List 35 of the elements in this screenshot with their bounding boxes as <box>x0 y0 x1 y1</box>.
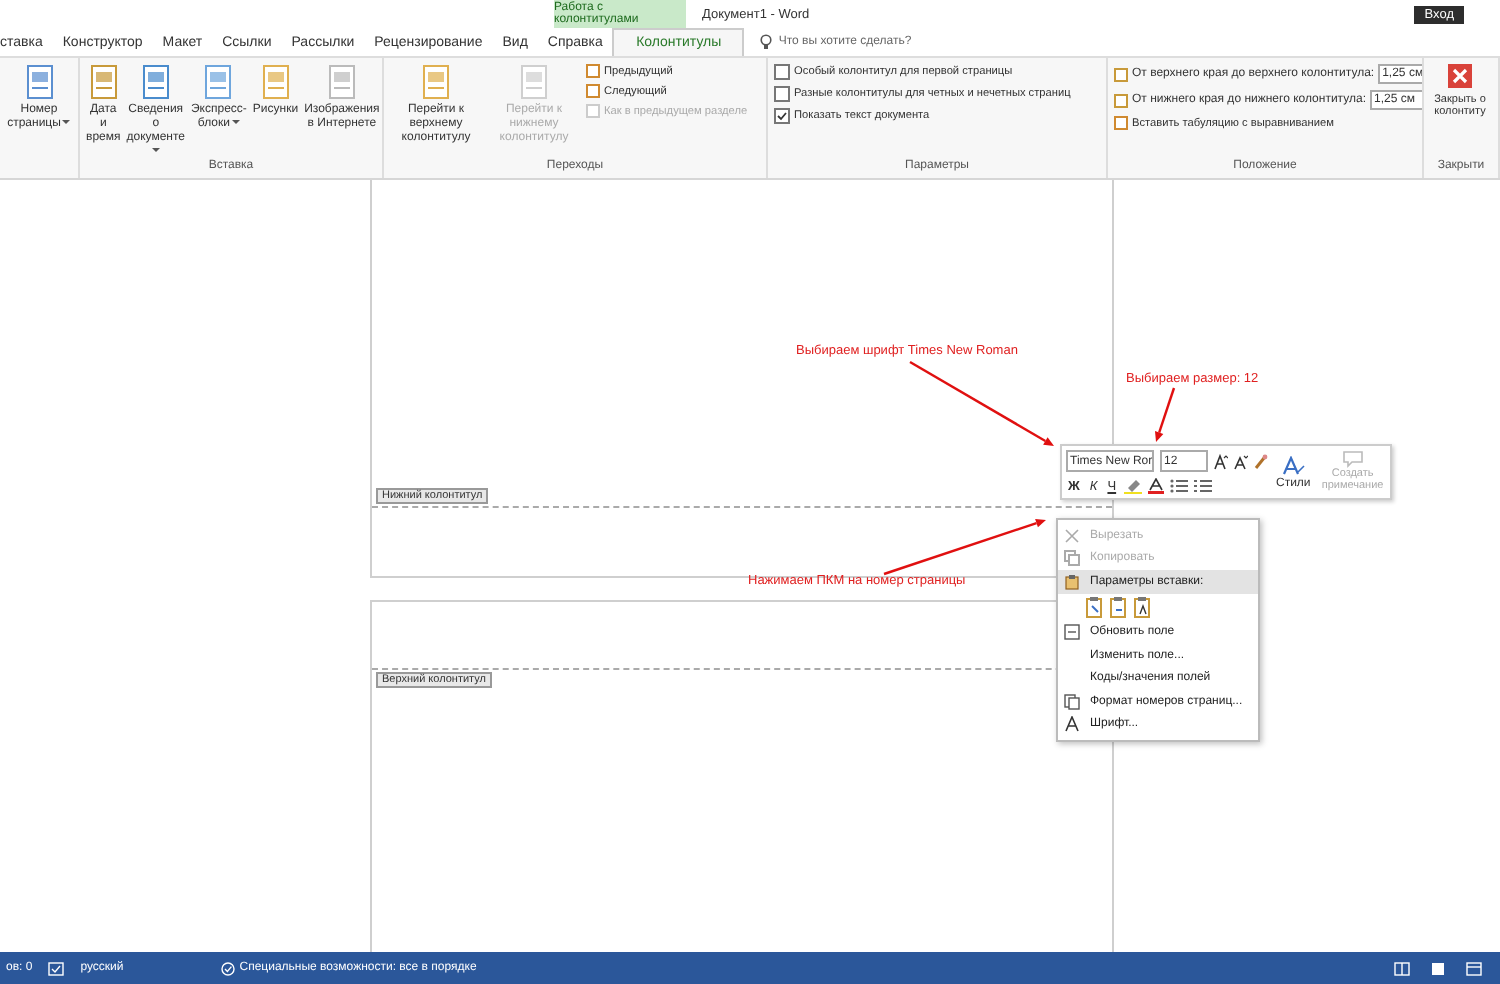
page-icon <box>1114 116 1128 130</box>
close-icon <box>1448 64 1472 88</box>
paste-text-icon[interactable] <box>1134 596 1152 618</box>
numbered-list-icon[interactable] <box>1194 478 1213 494</box>
document-icon <box>23 64 55 100</box>
scissors-icon <box>1064 527 1080 544</box>
comment-icon <box>1341 450 1364 468</box>
shrink-font-icon[interactable] <box>1234 453 1248 469</box>
proofing-icon[interactable] <box>48 961 65 975</box>
document-icon <box>325 64 358 100</box>
checkmark-icon <box>776 110 788 122</box>
document-icon <box>139 64 172 100</box>
copy-icon <box>1064 550 1080 567</box>
bullet-list-icon[interactable] <box>1170 478 1189 494</box>
arrow <box>1155 387 1176 442</box>
print-layout-icon[interactable] <box>1430 961 1446 975</box>
lightbulb-icon <box>760 34 773 50</box>
font-color-icon[interactable] <box>1148 478 1165 494</box>
clipboard-icon <box>1064 573 1080 590</box>
document-icon <box>420 64 452 100</box>
brush-icon[interactable] <box>1254 453 1268 469</box>
letter-icon <box>1064 716 1080 733</box>
document-icon <box>518 64 550 100</box>
field-icon <box>1064 624 1080 641</box>
document-icon <box>202 64 235 100</box>
styles-icon <box>1281 455 1306 475</box>
web-layout-icon[interactable] <box>1466 961 1482 975</box>
grow-font-icon[interactable] <box>1214 453 1228 469</box>
document-icon <box>259 64 292 100</box>
pages-icon <box>1064 693 1080 710</box>
paste-merge-icon[interactable] <box>1110 596 1128 618</box>
document-icon <box>87 64 120 100</box>
read-mode-icon[interactable] <box>1394 961 1410 975</box>
accessibility-icon[interactable] <box>219 961 236 975</box>
paste-formatting-icon[interactable] <box>1086 596 1104 618</box>
